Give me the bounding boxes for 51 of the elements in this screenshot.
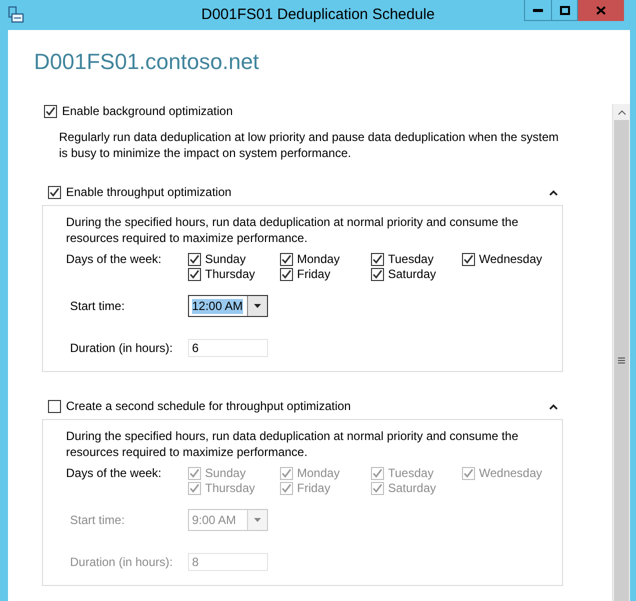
description: During the specified hours, run data deduplication at normal priority and consume the resources required to maximize performance. — [66, 428, 520, 460]
field-label: Start time: — [69, 512, 126, 528]
checkbox[interactable] — [188, 253, 201, 266]
field-label: Days of the week: — [66, 252, 162, 268]
option-label: Enable background optimization — [62, 104, 233, 119]
day-label: Saturday — [388, 481, 436, 496]
checkbox[interactable] — [280, 253, 293, 266]
minimize-icon — [533, 8, 543, 12]
field-label: Start time: — [69, 298, 126, 314]
day-label: Friday — [297, 481, 330, 496]
minimize-button[interactable] — [524, 0, 552, 21]
day-label: Tuesday — [388, 466, 434, 481]
checkbox[interactable] — [48, 186, 61, 199]
scroll-thumb[interactable] — [614, 120, 629, 601]
description: Regularly run data deduplication at low priority and pause data deduplication when the system is busy to minimize the impact on system performance. — [59, 129, 560, 161]
dropdown-arrow-icon — [254, 304, 261, 308]
description: During the specified hours, run data deduplication at normal priority and consume the resources required to maximize performance. — [66, 214, 520, 246]
checkbox[interactable] — [44, 105, 57, 118]
day-label: Wednesday — [479, 466, 542, 481]
close-button[interactable] — [578, 0, 624, 21]
maximize-icon — [560, 6, 570, 14]
section-label: Create a second schedule for throughput optimization — [66, 399, 351, 414]
day-label: Tuesday — [388, 252, 434, 267]
scrollbar[interactable] — [612, 104, 630, 601]
grip-icon — [618, 357, 625, 364]
day-label: Thursday — [205, 267, 256, 282]
close-icon — [596, 6, 606, 15]
collapse-icon[interactable] — [549, 190, 558, 196]
field-label: Days of the week: — [66, 466, 162, 482]
day-label: Saturday — [388, 267, 436, 282]
time-dropdown[interactable]: 12:00 AM — [188, 295, 268, 317]
checkbox[interactable] — [188, 268, 201, 281]
checkbox[interactable] — [371, 253, 384, 266]
dropdown-arrow-icon — [254, 518, 261, 522]
day-label: Sunday — [205, 252, 246, 267]
day-label: Monday — [297, 252, 340, 267]
server-icon — [8, 6, 24, 23]
field-label: Duration (in hours): — [69, 554, 174, 570]
duration-field[interactable]: 6 — [188, 339, 268, 357]
checkbox[interactable] — [462, 253, 475, 266]
window-title: D001FS01 Deduplication Schedule — [201, 4, 435, 25]
day-label: Thursday — [205, 481, 256, 496]
checkbox[interactable] — [280, 268, 293, 281]
section-label: Enable throughput optimization — [66, 185, 232, 200]
day-label: Friday — [297, 267, 330, 282]
checkbox[interactable] — [371, 268, 384, 281]
day-label: Monday — [297, 466, 340, 481]
day-label: Sunday — [205, 466, 246, 481]
field-label: Duration (in hours): — [69, 340, 174, 356]
server-heading: D001FS01.contoso.net — [34, 48, 260, 76]
day-label: Wednesday — [479, 252, 542, 267]
